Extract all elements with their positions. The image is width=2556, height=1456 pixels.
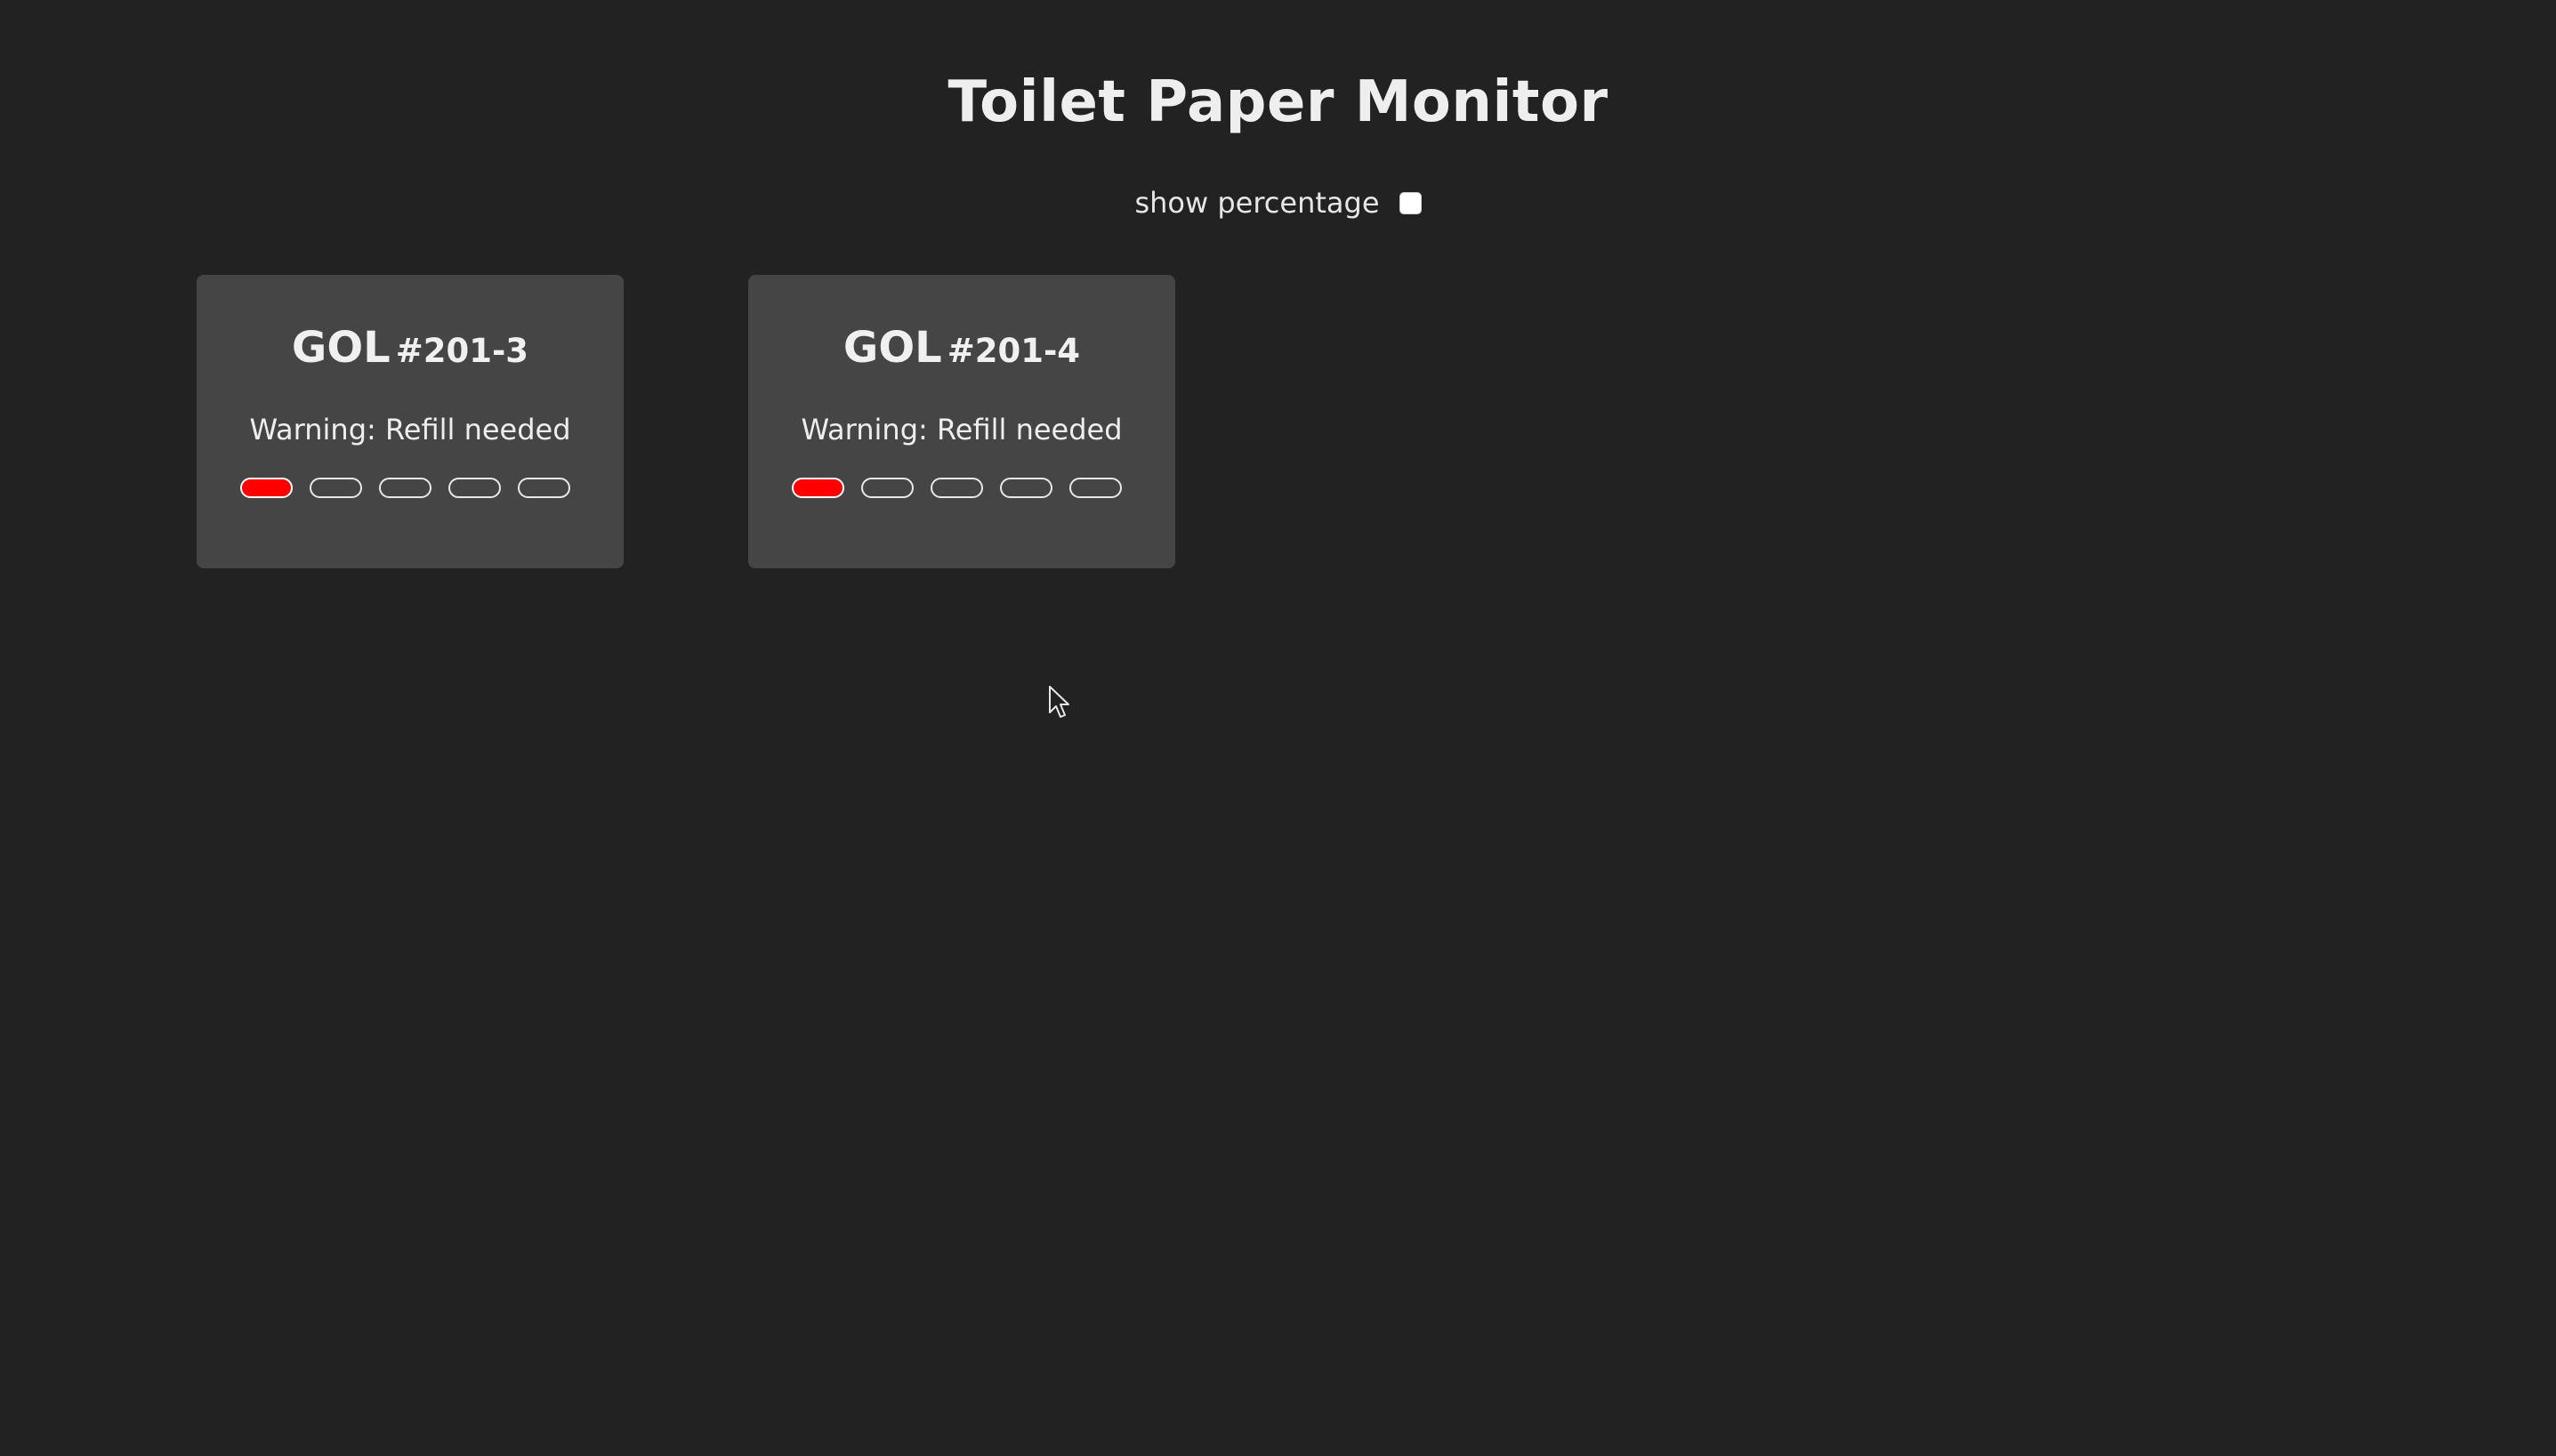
dispenser-prefix: GOL [291, 323, 391, 373]
show-percentage-checkbox[interactable] [1399, 191, 1422, 214]
level-indicator [240, 478, 570, 498]
dispenser-status: Warning: Refill needed [801, 413, 1123, 446]
dispenser-number: #201-4 [947, 332, 1081, 370]
dispenser-prefix: GOL [843, 323, 942, 373]
level-segment-4 [448, 478, 501, 498]
dispenser-status: Warning: Refill needed [249, 413, 571, 446]
dispenser-card: GOL #201-3 Warning: Refill needed [197, 275, 624, 568]
level-segment-3 [931, 478, 983, 498]
dispenser-title: GOL #201-4 [748, 321, 1175, 382]
dispenser-title: GOL #201-3 [197, 321, 624, 382]
level-segment-4 [1000, 478, 1052, 498]
show-percentage-label: show percentage [1134, 186, 1380, 220]
level-segment-1 [792, 478, 844, 498]
level-segment-3 [379, 478, 431, 498]
dispenser-card: GOL #201-4 Warning: Refill needed [748, 275, 1175, 568]
level-indicator [792, 478, 1122, 498]
level-segment-5 [518, 478, 570, 498]
page-title: Toilet Paper Monitor [947, 69, 1609, 135]
level-segment-2 [861, 478, 914, 498]
level-segment-1 [240, 478, 293, 498]
mouse-pointer-icon [1049, 686, 1069, 718]
dispenser-number: #201-3 [395, 332, 529, 370]
level-segment-2 [310, 478, 362, 498]
show-percentage-toggle: show percentage [0, 178, 2556, 228]
level-segment-5 [1069, 478, 1122, 498]
